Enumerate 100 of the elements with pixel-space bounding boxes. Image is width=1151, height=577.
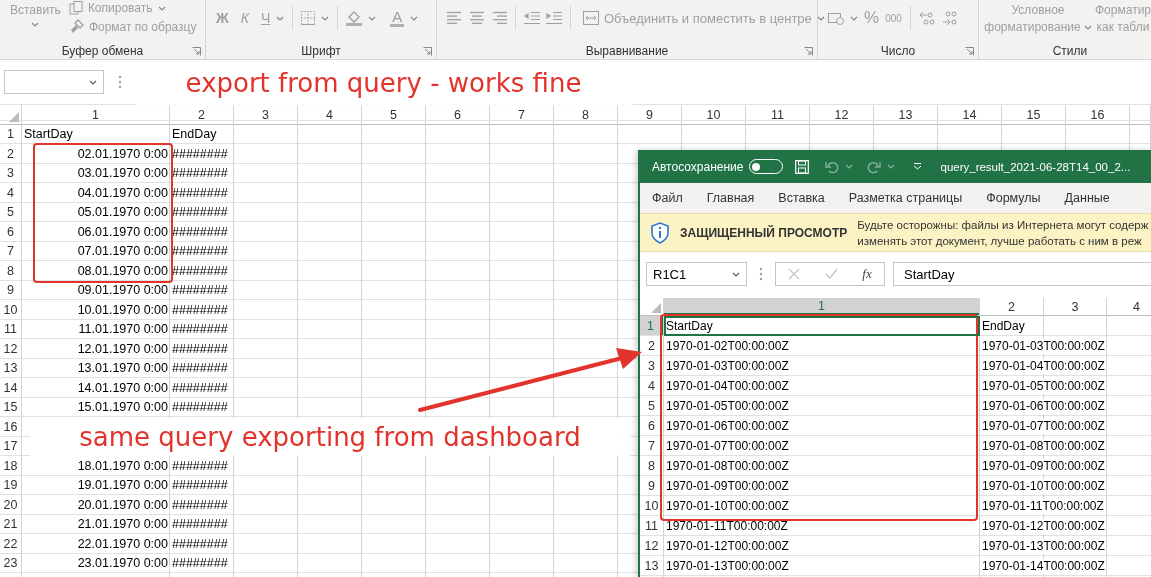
number-format-icon[interactable]: [828, 11, 844, 25]
column-header[interactable]: 10: [682, 105, 745, 124]
row-header[interactable]: 7: [0, 242, 21, 261]
column-header[interactable]: 11: [746, 105, 809, 124]
caret-icon[interactable]: [31, 22, 40, 27]
row-header[interactable]: 4: [640, 376, 663, 395]
row-header[interactable]: 11: [640, 516, 663, 535]
row-header[interactable]: 6: [0, 222, 21, 241]
column-header[interactable]: 15: [1002, 105, 1065, 124]
decrease-indent-icon[interactable]: [524, 11, 540, 25]
caret-icon[interactable]: [816, 15, 825, 21]
more-icon[interactable]: [118, 75, 122, 89]
column-header[interactable]: 2: [170, 105, 233, 124]
menu-tab[interactable]: Разметка страницы: [848, 191, 963, 205]
increase-indent-icon[interactable]: [546, 11, 562, 25]
row-header[interactable]: 5: [640, 396, 663, 415]
dialog-launcher-icon[interactable]: [423, 46, 432, 56]
row-header[interactable]: 14: [0, 378, 21, 397]
column-header[interactable]: 16: [1066, 105, 1129, 124]
row-header[interactable]: 17: [0, 437, 21, 456]
check-icon[interactable]: [824, 268, 838, 280]
borders-icon[interactable]: [301, 11, 316, 25]
row-header[interactable]: 13: [640, 556, 663, 575]
more-icon[interactable]: [759, 267, 763, 281]
column-header[interactable]: 9: [618, 105, 681, 124]
column-header[interactable]: 6: [426, 105, 489, 124]
row-header[interactable]: 2: [0, 144, 21, 163]
align-left-icon[interactable]: [447, 11, 463, 25]
select-all-icon[interactable]: [9, 112, 19, 122]
column-header[interactable]: 4: [1107, 298, 1151, 315]
row-header[interactable]: 18: [0, 456, 21, 475]
row-header[interactable]: 21: [0, 515, 21, 534]
group-label: Стили: [1052, 44, 1088, 59]
dialog-launcher-icon[interactable]: [804, 46, 813, 56]
row-header[interactable]: 12: [640, 536, 663, 555]
row-header[interactable]: 23: [0, 554, 21, 573]
row-header[interactable]: 9: [0, 281, 21, 300]
dialog-launcher-icon[interactable]: [192, 46, 201, 56]
caret-icon[interactable]: [89, 79, 97, 85]
caret-icon[interactable]: [321, 15, 330, 21]
row-header[interactable]: 3: [640, 356, 663, 375]
row-header[interactable]: 22: [0, 534, 21, 553]
column-header[interactable]: 12: [810, 105, 873, 124]
column-header[interactable]: 13: [874, 105, 937, 124]
column-header[interactable]: 3: [1044, 298, 1106, 315]
menu-tab[interactable]: Вставка: [778, 191, 825, 205]
align-center-icon[interactable]: [469, 11, 485, 25]
row-header[interactable]: 10: [0, 300, 21, 319]
column-header[interactable]: 2: [980, 298, 1043, 315]
row-header[interactable]: 9: [640, 476, 663, 495]
row-header[interactable]: 20: [0, 495, 21, 514]
caret-icon[interactable]: [157, 5, 166, 11]
caret-icon[interactable]: [1083, 25, 1092, 31]
redo-icon[interactable]: [867, 159, 882, 174]
row-header[interactable]: 16: [0, 417, 21, 436]
menu-tab[interactable]: Главная: [706, 191, 755, 205]
increase-decimal-icon[interactable]: [918, 10, 935, 26]
row-header[interactable]: 15: [0, 398, 21, 417]
row-header[interactable]: 11: [0, 320, 21, 339]
row-header[interactable]: 1: [0, 125, 21, 144]
row-header[interactable]: 4: [0, 183, 21, 202]
save-icon[interactable]: [795, 159, 810, 174]
caret-icon[interactable]: [368, 15, 377, 21]
cancel-icon[interactable]: [788, 268, 801, 280]
decrease-decimal-icon[interactable]: [940, 10, 957, 26]
insert-function-button[interactable]: fx: [862, 266, 872, 282]
row-header[interactable]: 3: [0, 164, 21, 183]
column-header[interactable]: 5: [362, 105, 425, 124]
row-header[interactable]: 2: [640, 336, 663, 355]
fill-color-icon[interactable]: [346, 10, 363, 26]
column-header[interactable]: 3: [234, 105, 297, 124]
row-header[interactable]: 19: [0, 476, 21, 495]
name-box[interactable]: R1C1: [646, 262, 747, 286]
row-header[interactable]: 10: [640, 496, 663, 515]
row-header[interactable]: 13: [0, 359, 21, 378]
formula-field[interactable]: StartDay: [893, 262, 1151, 286]
caret-icon[interactable]: [410, 15, 419, 21]
row-header[interactable]: 1: [640, 316, 663, 335]
caret-icon[interactable]: [850, 15, 858, 21]
menu-tab[interactable]: Файл: [652, 191, 683, 205]
dialog-launcher-icon[interactable]: [965, 46, 974, 56]
select-all-icon[interactable]: [651, 303, 661, 313]
column-header[interactable]: 7: [490, 105, 553, 124]
customize-icon[interactable]: [913, 163, 923, 170]
row-header[interactable]: 6: [640, 416, 663, 435]
undo-icon[interactable]: [825, 159, 840, 174]
menu-tab[interactable]: Формулы: [986, 191, 1041, 205]
caret-icon[interactable]: [276, 15, 285, 21]
row-header[interactable]: 5: [0, 203, 21, 222]
column-header[interactable]: 1: [22, 105, 169, 124]
row-header[interactable]: 7: [640, 436, 663, 455]
column-header[interactable]: 4: [298, 105, 361, 124]
row-header[interactable]: 8: [640, 456, 663, 475]
align-right-icon[interactable]: [491, 11, 507, 25]
caret-icon[interactable]: [732, 271, 740, 277]
row-header[interactable]: 8: [0, 261, 21, 280]
menu-tab[interactable]: Данные: [1064, 191, 1110, 205]
column-header[interactable]: 14: [938, 105, 1001, 124]
column-header[interactable]: 8: [554, 105, 617, 124]
row-header[interactable]: 12: [0, 339, 21, 358]
